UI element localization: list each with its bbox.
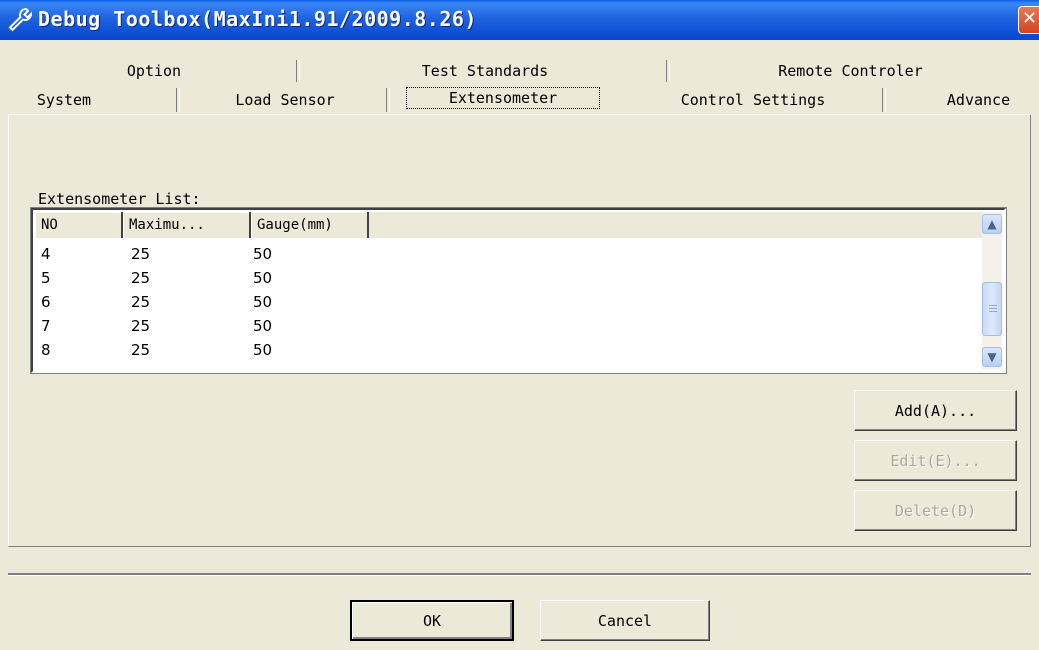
cell-gauge: 50 bbox=[253, 341, 273, 359]
cell-maximum: 25 bbox=[131, 269, 151, 287]
tab-label: Control Settings bbox=[680, 91, 826, 109]
edit-button-label: Edit(E)... bbox=[890, 451, 981, 470]
footer-divider bbox=[8, 573, 1031, 576]
tab-system[interactable]: System bbox=[8, 86, 180, 114]
list-header: NO Maximu... Gauge(mm) bbox=[35, 212, 986, 238]
tab-label: System bbox=[36, 91, 92, 109]
add-button-label: Add(A)... bbox=[894, 401, 977, 420]
tab-row-front: System Load Sensor Extensometer Control … bbox=[8, 86, 1031, 115]
chevron-down-icon: ▼ bbox=[987, 350, 997, 364]
tab-label: Remote Controler bbox=[778, 62, 923, 80]
cell-maximum: 25 bbox=[131, 293, 151, 311]
wrench-icon bbox=[8, 7, 33, 32]
tab-option[interactable]: Option bbox=[8, 58, 300, 84]
cell-no: 5 bbox=[41, 269, 51, 287]
window-title: Debug Toolbox(MaxIni1.91/2009.8.26) bbox=[38, 7, 477, 31]
extensometer-list[interactable]: NO Maximu... Gauge(mm) 4 25 50 5 25 50 6… bbox=[30, 207, 1007, 374]
add-button[interactable]: Add(A)... bbox=[854, 390, 1017, 431]
tab-advance[interactable]: Advance bbox=[886, 86, 1031, 114]
tab-load-sensor[interactable]: Load Sensor bbox=[180, 86, 390, 114]
tab-label: Option bbox=[126, 62, 182, 80]
scroll-thumb[interactable] bbox=[982, 282, 1002, 336]
delete-button[interactable]: Delete(D) bbox=[854, 490, 1017, 531]
vertical-scrollbar[interactable]: ▲ ▼ bbox=[982, 212, 1002, 369]
ok-button-label: OK bbox=[422, 611, 442, 630]
ok-button[interactable]: OK bbox=[350, 600, 514, 641]
scroll-up-button[interactable]: ▲ bbox=[982, 214, 1002, 234]
tab-label: Load Sensor bbox=[235, 91, 335, 109]
tab-control-settings[interactable]: Control Settings bbox=[620, 86, 886, 114]
cell-maximum: 25 bbox=[131, 341, 151, 359]
close-icon: ✕ bbox=[1022, 8, 1038, 29]
close-button[interactable]: ✕ bbox=[1018, 6, 1039, 34]
cell-gauge: 50 bbox=[253, 317, 273, 335]
column-header-no[interactable]: NO bbox=[35, 212, 123, 238]
title-bar[interactable]: Debug Toolbox(MaxIni1.91/2009.8.26) ✕ bbox=[0, 0, 1039, 40]
tab-remote-controler[interactable]: Remote Controler bbox=[670, 58, 1031, 84]
column-header-maximum[interactable]: Maximu... bbox=[123, 212, 251, 238]
tab-label: Test Standards bbox=[421, 62, 549, 80]
tab-test-standards[interactable]: Test Standards bbox=[300, 58, 670, 84]
scroll-down-button[interactable]: ▼ bbox=[982, 347, 1002, 367]
cell-maximum: 25 bbox=[131, 317, 151, 335]
cell-gauge: 50 bbox=[253, 269, 273, 287]
tab-label: Extensometer bbox=[405, 87, 601, 109]
tab-row-back: Option Test Standards Remote Controler bbox=[8, 58, 1031, 84]
chevron-up-icon: ▲ bbox=[987, 217, 997, 231]
cancel-button-label: Cancel bbox=[597, 611, 653, 630]
tab-label: Advance bbox=[946, 91, 1011, 109]
delete-button-label: Delete(D) bbox=[894, 501, 977, 520]
tab-extensometer[interactable]: Extensometer bbox=[390, 86, 616, 114]
cell-no: 8 bbox=[41, 341, 51, 359]
cell-no: 6 bbox=[41, 293, 51, 311]
cell-maximum: 25 bbox=[131, 245, 151, 263]
extensometer-list-label: Extensometer List: bbox=[38, 190, 201, 208]
cell-gauge: 50 bbox=[253, 293, 273, 311]
cell-no: 7 bbox=[41, 317, 51, 335]
edit-button[interactable]: Edit(E)... bbox=[854, 440, 1017, 481]
cell-gauge: 50 bbox=[253, 245, 273, 263]
column-header-gauge[interactable]: Gauge(mm) bbox=[251, 212, 369, 238]
cell-no: 4 bbox=[41, 245, 51, 263]
cancel-button[interactable]: Cancel bbox=[540, 600, 710, 641]
